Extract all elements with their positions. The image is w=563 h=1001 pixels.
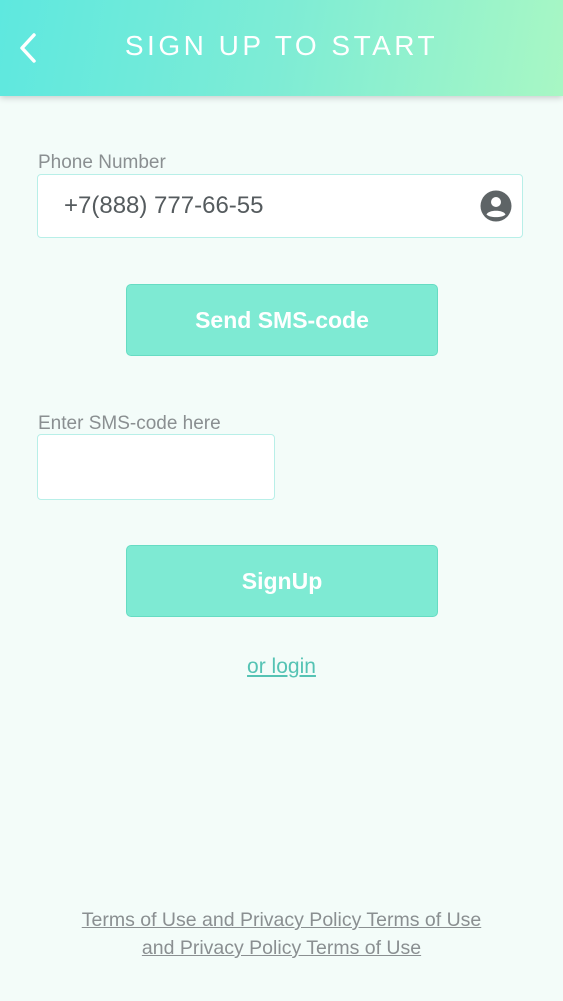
app-header: SIGN UP TO START — [0, 0, 563, 96]
terms-footer: Terms of Use and Privacy Policy Terms of… — [60, 906, 503, 962]
terms-link-line-2[interactable]: and Privacy Policy Terms of Use — [142, 937, 421, 959]
sms-code-field[interactable] — [37, 434, 275, 500]
phone-number-input[interactable] — [64, 175, 464, 236]
phone-number-label: Phone Number — [38, 152, 166, 173]
terms-link-line-1[interactable]: Terms of Use and Privacy Policy Terms of… — [82, 909, 482, 931]
signup-button[interactable]: SignUp — [126, 545, 438, 617]
sms-code-input[interactable] — [38, 435, 274, 499]
login-link[interactable]: or login — [0, 655, 563, 679]
account-circle-icon[interactable] — [480, 190, 512, 222]
send-sms-code-button[interactable]: Send SMS-code — [126, 284, 438, 356]
phone-number-field[interactable] — [37, 174, 523, 238]
sms-code-label: Enter SMS-code here — [38, 413, 221, 434]
page-title: SIGN UP TO START — [124, 30, 439, 61]
